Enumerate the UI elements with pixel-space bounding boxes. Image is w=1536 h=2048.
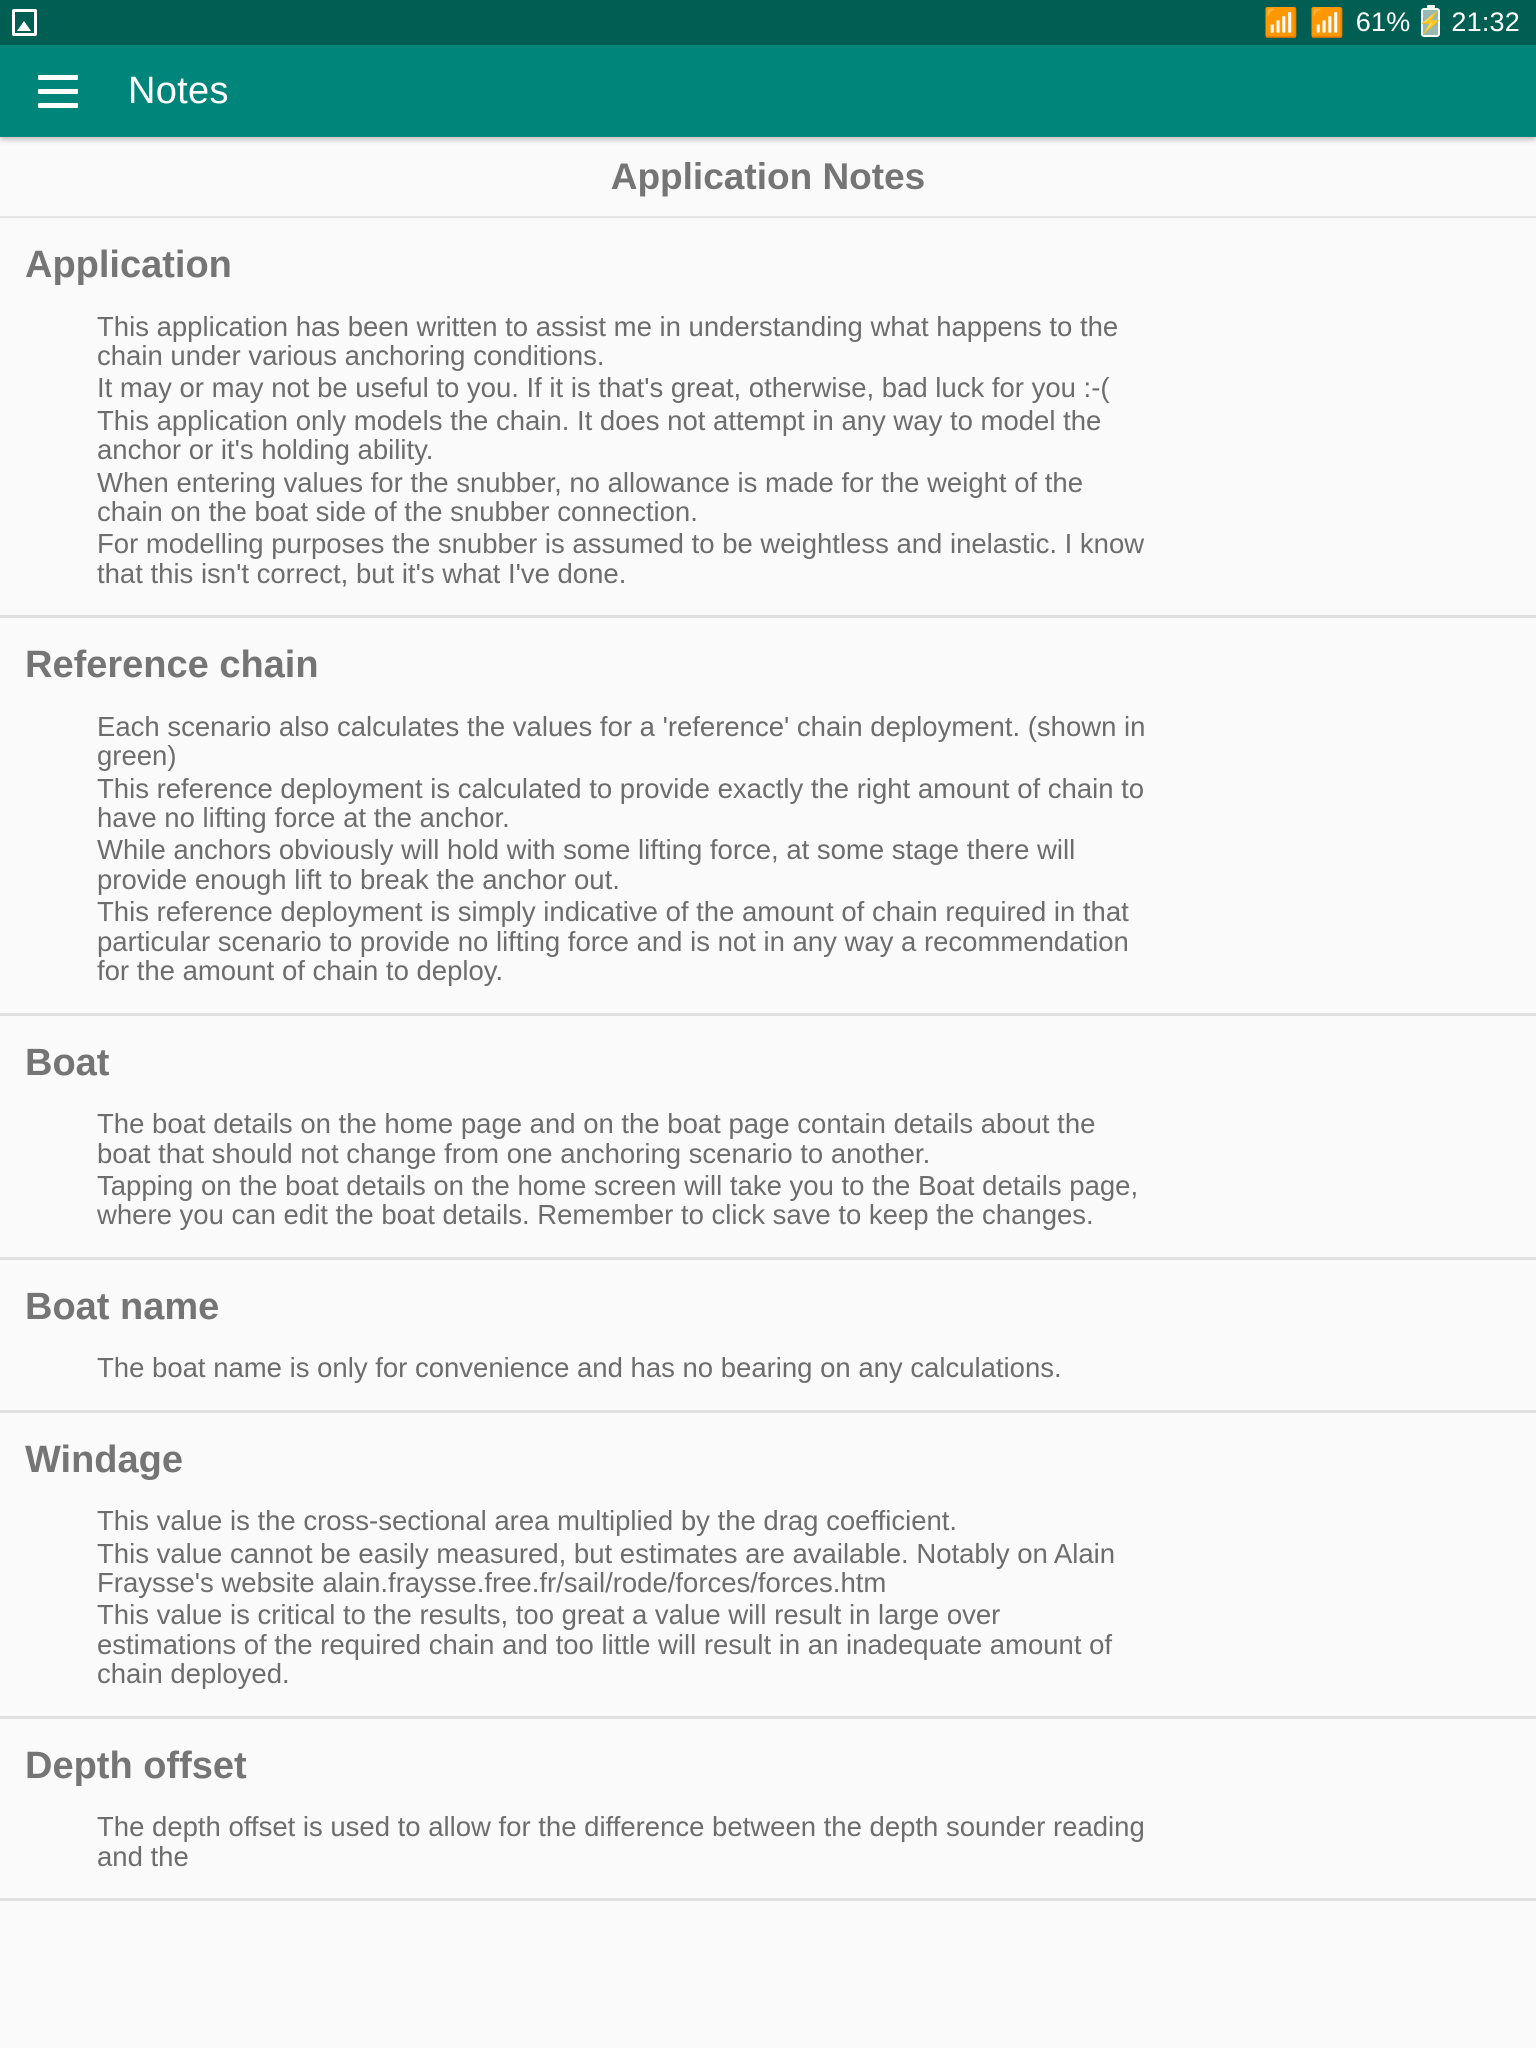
section-title: Windage — [25, 1438, 183, 1481]
section-title: Boat name — [25, 1285, 220, 1328]
section-line: This value cannot be easily measured, bu… — [97, 1537, 1116, 1599]
section-line: It may or may not be useful to you. If i… — [97, 372, 1110, 404]
wifi-icon: 📶 — [1309, 6, 1345, 38]
clock-label: 21:32 — [1451, 7, 1520, 37]
section-body: This application has been written to ass… — [0, 296, 1176, 589]
battery-percent-label: 61% — [1355, 7, 1411, 37]
section-title: Reference chain — [25, 644, 319, 687]
section-reference-chain: Reference chain Each scenario also calcu… — [0, 618, 1536, 1016]
section-line: This reference deployment is calculated … — [97, 772, 1145, 834]
section-title: Application — [25, 244, 232, 286]
section-boat-name: Boat name The boat name is only for conv… — [0, 1259, 1536, 1413]
notes-scroll-container[interactable]: Application Notes Application This appli… — [0, 137, 1536, 1902]
section-line: The depth offset is used to allow for th… — [97, 1811, 1145, 1872]
section-line: This application has been written to ass… — [97, 310, 1119, 371]
app-bar-title: Notes — [128, 69, 229, 112]
photo-icon — [12, 9, 37, 36]
section-title: Boat — [25, 1041, 110, 1084]
section-boat: Boat The boat details on the home page a… — [0, 1015, 1536, 1260]
section-application: Application This application has been wr… — [0, 218, 1536, 619]
page-title: Application Notes — [0, 137, 1536, 218]
section-body: This value is the cross-sectional area m… — [0, 1490, 1176, 1689]
bluetooth-icon: 📶 — [1263, 6, 1299, 38]
section-body: The boat details on the home page and on… — [0, 1093, 1176, 1230]
section-line: The boat name is only for convenience an… — [97, 1352, 1062, 1384]
app-bar: Notes — [0, 45, 1536, 137]
section-line: When entering values for the snubber, no… — [97, 466, 1084, 528]
section-line: This value is critical to the results, t… — [97, 1599, 1113, 1690]
section-line: This reference deployment is simply indi… — [97, 896, 1129, 987]
status-bar-left — [12, 9, 37, 36]
section-title: Depth offset — [25, 1744, 247, 1787]
section-line: For modelling purposes the snubber is as… — [97, 528, 1145, 589]
section-depth-offset: Depth offset The depth offset is used to… — [0, 1718, 1536, 1902]
section-line: Tapping on the boat details on the home … — [97, 1169, 1139, 1231]
section-line: This value is the cross-sectional area m… — [97, 1505, 958, 1537]
battery-charging-icon: ⚡ — [1418, 8, 1443, 37]
section-line: The boat details on the home page and on… — [97, 1108, 1096, 1169]
section-body: The boat name is only for convenience an… — [0, 1337, 1176, 1384]
section-windage: Windage This value is the cross-sectiona… — [0, 1412, 1536, 1719]
hamburger-menu-icon[interactable] — [38, 74, 78, 108]
section-body: Each scenario also calculates the values… — [0, 696, 1176, 986]
section-line: Each scenario also calculates the values… — [97, 710, 1146, 772]
section-line: This application only models the chain. … — [97, 404, 1102, 466]
status-bar: 📶 📶 61% ⚡ 21:32 — [0, 0, 1536, 45]
status-bar-right: 📶 📶 61% ⚡ 21:32 — [1264, 8, 1520, 37]
section-line: While anchors obviously will hold with s… — [97, 834, 1076, 895]
section-body: The depth offset is used to allow for th… — [0, 1796, 1176, 1871]
